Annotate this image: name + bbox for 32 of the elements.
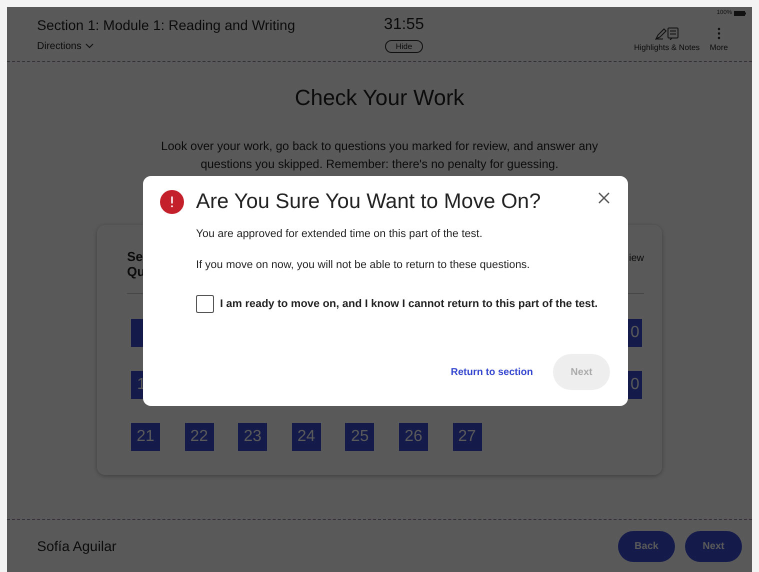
instructions-text: Look over your work, go back to questions you marked for review, and answer any questions you skipped. Remember: there's no penalty for guessing. bbox=[160, 138, 599, 173]
more-button[interactable]: More bbox=[710, 27, 728, 52]
question-number-button[interactable]: 23 bbox=[238, 423, 268, 451]
close-button[interactable] bbox=[598, 192, 610, 204]
hide-timer-button[interactable]: Hide bbox=[384, 40, 424, 52]
close-icon bbox=[598, 192, 610, 204]
question-number-button[interactable]: 21 bbox=[131, 423, 160, 451]
battery-icon bbox=[734, 10, 746, 16]
dialog-message: You are approved for extended time on this part of the test. bbox=[196, 228, 484, 240]
chevron-down-icon bbox=[85, 43, 94, 49]
page-title: Check Your Work bbox=[294, 85, 464, 111]
highlights-notes-button[interactable]: Highlights & Notes bbox=[634, 27, 700, 52]
question-number-button[interactable]: 24 bbox=[292, 423, 321, 451]
confirm-label: I am ready to move on, and I know I cannot return to this part of the test. bbox=[220, 298, 598, 310]
dialog-message: If you move on now, you will not be able to return to these questions. bbox=[196, 259, 531, 271]
more-options-icon bbox=[716, 27, 721, 40]
question-number-button[interactable]: 22 bbox=[184, 423, 214, 451]
question-number-button[interactable]: 26 bbox=[398, 423, 428, 451]
question-number-button[interactable]: 25 bbox=[345, 423, 374, 451]
section-title: Section 1: Module 1: Reading and Writing bbox=[37, 16, 296, 32]
question-number-button[interactable]: 27 bbox=[452, 423, 482, 451]
warning-icon bbox=[160, 190, 184, 214]
dialog-title: Are You Sure You Want to Move On? bbox=[196, 190, 542, 214]
back-button[interactable]: Back bbox=[618, 530, 675, 562]
student-name: Sofía Aguilar bbox=[37, 538, 118, 554]
directions-dropdown[interactable]: Directions bbox=[37, 40, 344, 52]
legend-label: iew bbox=[628, 253, 644, 266]
next-button[interactable]: Next bbox=[685, 530, 742, 562]
return-to-section-link[interactable]: Return to section bbox=[450, 366, 533, 378]
pen-and-note-icon bbox=[654, 27, 679, 40]
confirm-checkbox[interactable] bbox=[196, 295, 214, 313]
timer: 31:55 bbox=[384, 16, 424, 34]
